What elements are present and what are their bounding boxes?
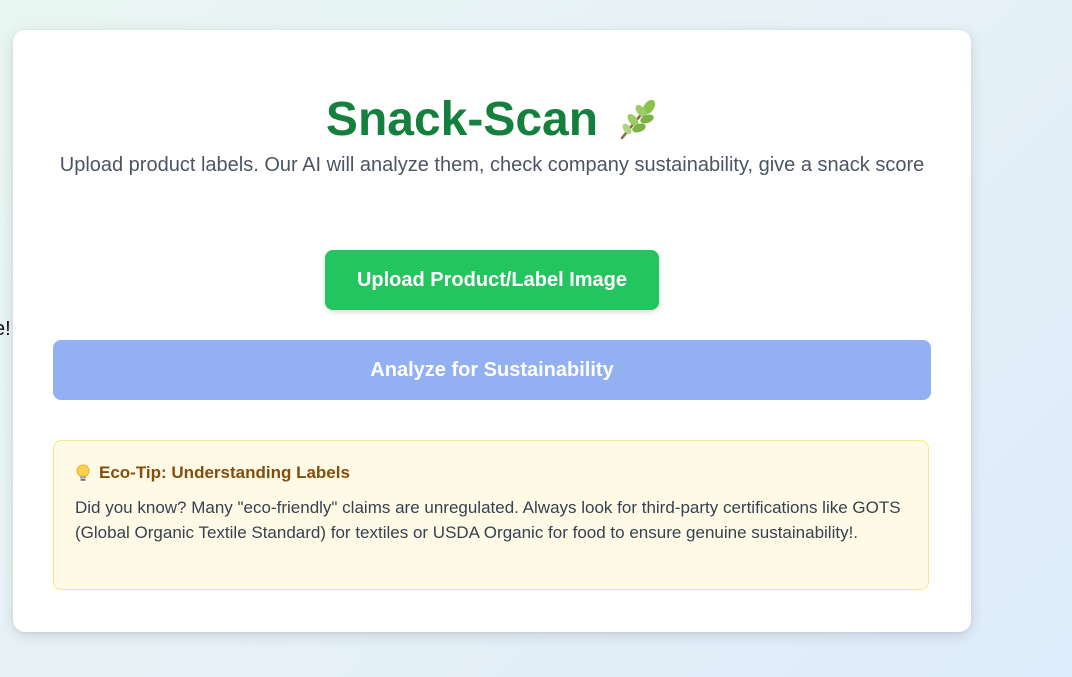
header: Snack-Scan (13, 96, 971, 144)
lightbulb-icon (75, 464, 91, 482)
analyze-button[interactable]: Analyze for Sustainability (53, 340, 931, 400)
eco-tip-box: Eco-Tip: Understanding Labels Did you kn… (53, 440, 929, 590)
eco-tip-heading: Eco-Tip: Understanding Labels (99, 463, 350, 482)
offscreen-text-fragment: e! (0, 318, 11, 340)
main-card: Snack-Scan Upload product labels. Our AI… (13, 30, 971, 632)
page-title: Snack-Scan (325, 93, 599, 146)
eco-tip-header: Eco-Tip: Understanding Labels (75, 463, 908, 483)
eco-tip-body: Did you know? Many "eco-friendly" claims… (75, 498, 901, 542)
page-subtitle: Upload product labels. Our AI will analy… (59, 154, 925, 176)
upload-image-button[interactable]: Upload Product/Label Image (325, 250, 659, 310)
leaf-icon (616, 98, 658, 142)
